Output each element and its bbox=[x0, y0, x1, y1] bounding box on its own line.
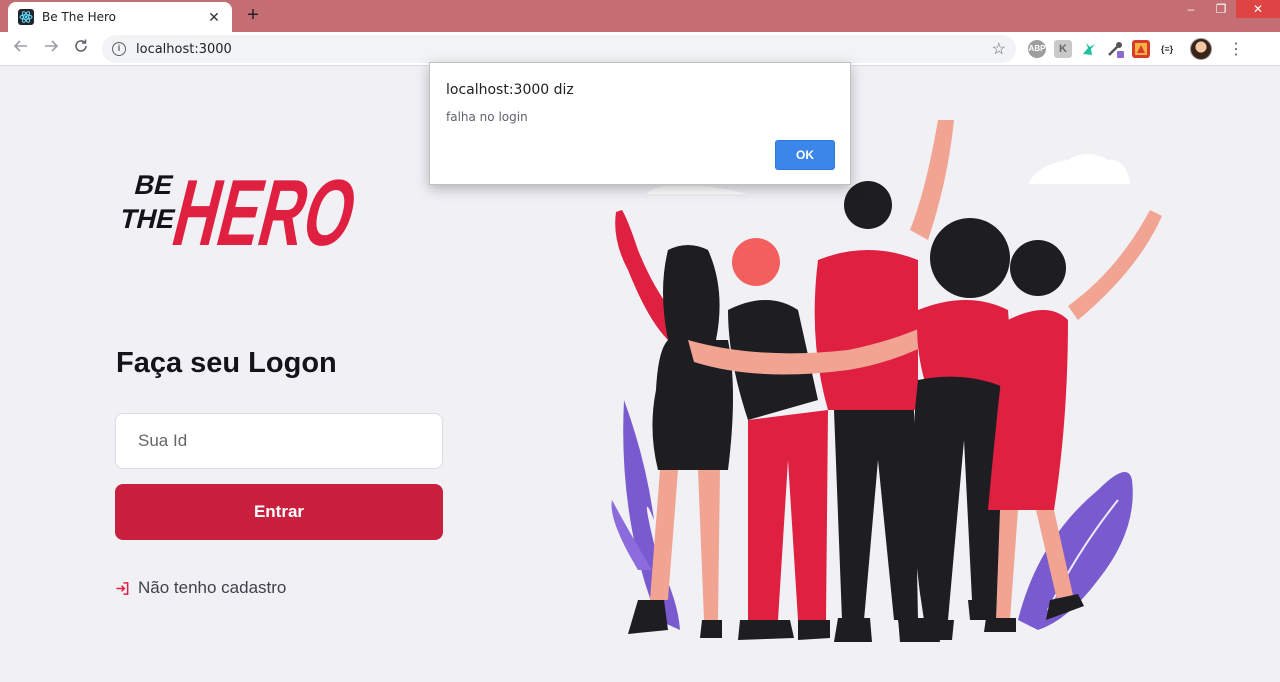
logo-the-text: THE bbox=[117, 203, 179, 234]
tab-close-icon[interactable]: ✕ bbox=[206, 9, 222, 26]
extensions-bar: ABP K {≡} ⋮ bbox=[1028, 38, 1244, 60]
tab-title: Be The Hero bbox=[42, 10, 116, 24]
dialog-title: localhost:3000 diz bbox=[446, 82, 574, 98]
ok-button[interactable]: OK bbox=[775, 140, 835, 170]
react-icon bbox=[18, 9, 34, 25]
hummingbird-extension-icon[interactable] bbox=[1080, 40, 1098, 58]
site-info-icon[interactable]: i bbox=[112, 42, 126, 56]
reload-icon[interactable] bbox=[70, 38, 92, 60]
adblock-extension-icon[interactable]: ABP bbox=[1028, 40, 1046, 58]
alert-dialog: localhost:3000 diz falha no login OK bbox=[429, 62, 851, 185]
browser-titlebar: Be The Hero ✕ + – ❐ ✕ bbox=[0, 0, 1280, 32]
page-title: Faça seu Logon bbox=[116, 347, 337, 379]
address-bar[interactable]: i localhost:3000 ☆ bbox=[102, 35, 1016, 63]
window-controls: – ❐ ✕ bbox=[1176, 0, 1280, 18]
red-extension-icon[interactable] bbox=[1132, 40, 1150, 58]
profile-avatar[interactable] bbox=[1190, 38, 1212, 60]
bookmark-star-icon[interactable]: ☆ bbox=[992, 39, 1006, 59]
register-link[interactable]: Não tenho cadastro bbox=[115, 578, 286, 598]
register-link-label: Não tenho cadastro bbox=[138, 578, 287, 597]
logo-hero-text: HERO bbox=[163, 161, 354, 254]
close-window-button[interactable]: ✕ bbox=[1236, 0, 1280, 18]
browser-tab[interactable]: Be The Hero ✕ bbox=[8, 2, 232, 32]
id-input[interactable] bbox=[115, 413, 443, 469]
minimize-button[interactable]: – bbox=[1176, 0, 1206, 18]
dialog-message: falha no login bbox=[446, 110, 528, 124]
forward-arrow-icon[interactable] bbox=[40, 38, 62, 60]
k-extension-icon[interactable]: K bbox=[1054, 40, 1072, 58]
new-tab-button[interactable]: + bbox=[242, 4, 264, 26]
logo-be-text: BE bbox=[132, 169, 177, 200]
submit-button[interactable]: Entrar bbox=[115, 484, 443, 540]
url-text[interactable]: localhost:3000 bbox=[136, 42, 992, 57]
browser-toolbar: i localhost:3000 ☆ ABP K {≡} ⋮ bbox=[0, 32, 1280, 66]
back-arrow-icon[interactable] bbox=[10, 38, 32, 60]
eyedropper-extension-icon[interactable] bbox=[1106, 40, 1124, 58]
json-extension-icon[interactable]: {≡} bbox=[1158, 40, 1176, 58]
log-in-icon bbox=[115, 581, 130, 596]
restore-button[interactable]: ❐ bbox=[1206, 0, 1236, 18]
be-the-hero-logo: BE THE HERO bbox=[114, 150, 367, 265]
menu-kebab-icon[interactable]: ⋮ bbox=[1228, 39, 1244, 59]
